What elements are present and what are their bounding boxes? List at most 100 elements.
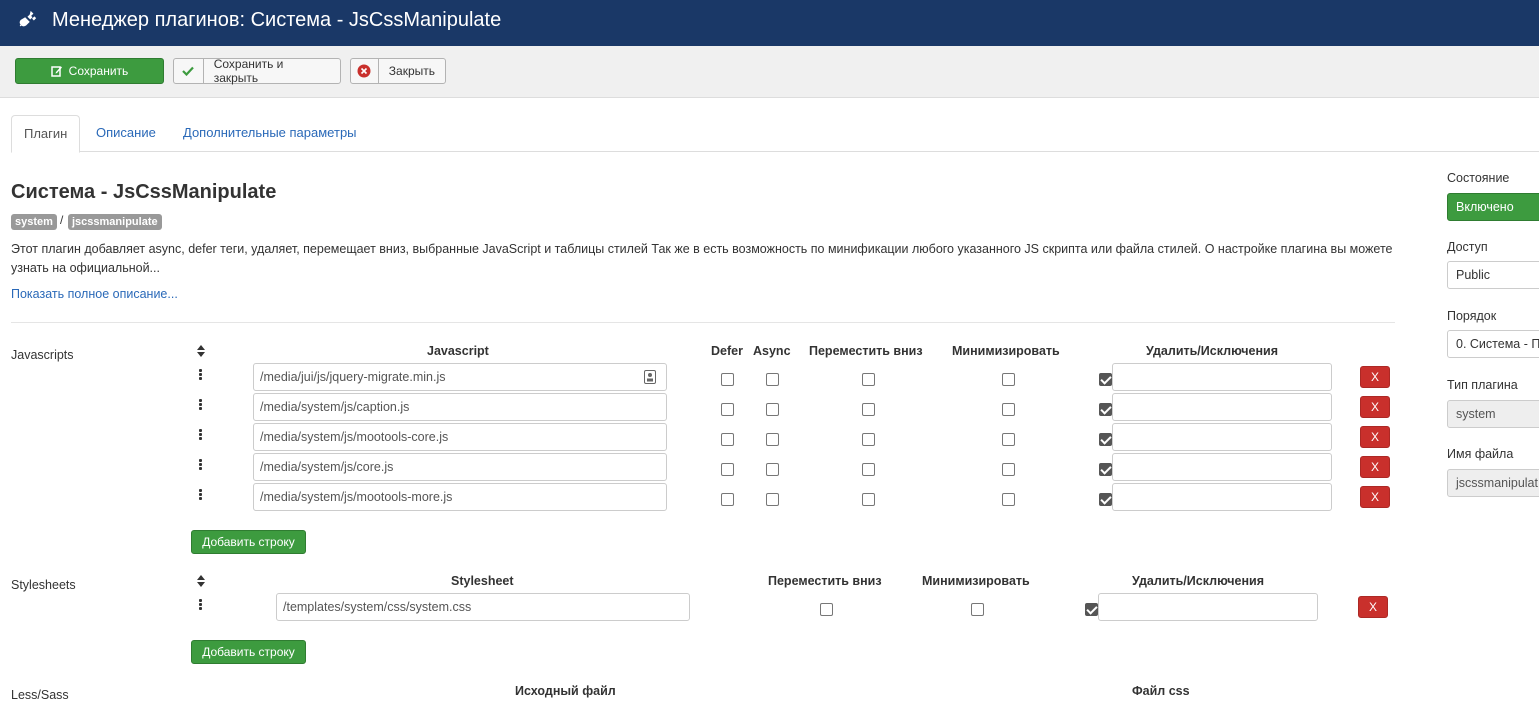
minify-checkbox[interactable] [1002,373,1015,386]
remove-checkbox[interactable] [1099,433,1112,446]
defer-checkbox[interactable] [721,403,734,416]
check-icon [182,66,195,76]
defer-checkbox[interactable] [721,463,734,476]
col-css-move-down: Переместить вниз [768,574,882,588]
col-minify: Минимизировать [952,344,1060,358]
move-down-checkbox[interactable] [862,403,875,416]
divider [11,322,1395,323]
remove-checkbox[interactable] [1099,403,1112,416]
move-down-checkbox[interactable] [862,463,875,476]
minify-checkbox[interactable] [1002,463,1015,476]
drag-handle-icon[interactable] [199,369,203,381]
save-button[interactable]: Сохранить [15,58,164,84]
js-file-input[interactable]: /media/system/js/mootools-more.js [253,483,667,511]
plugin-title: Система - JsCssManipulate [11,181,277,203]
drag-handle-icon[interactable] [199,599,203,611]
add-js-row-button[interactable]: Добавить строку [191,530,306,554]
plugin-type-field: system [1447,400,1539,428]
drag-handle-icon[interactable] [199,399,203,411]
less-sass-label: Less/Sass [11,688,69,702]
async-checkbox[interactable] [766,433,779,446]
exceptions-input[interactable] [1112,483,1332,511]
move-down-checkbox[interactable] [862,493,875,506]
css-exceptions-input[interactable] [1098,593,1318,621]
js-file-input[interactable]: /media/jui/js/jquery-migrate.min.js [253,363,667,391]
col-css-remove: Удалить/Исключения [1132,574,1265,588]
save-close-button[interactable]: Сохранить и закрыть [173,57,341,85]
close-button[interactable]: Закрыть [350,58,446,84]
badge-element: jscssmanipulate [68,214,162,230]
plug-icon [19,10,37,27]
tab-advanced[interactable]: Дополнительные параметры [171,115,369,152]
edit-icon [50,66,62,77]
exceptions-input[interactable] [1112,453,1332,481]
remove-row-button[interactable]: X [1360,456,1390,478]
remove-css-row-button[interactable]: X [1358,596,1388,618]
js-file-input[interactable]: /media/system/js/caption.js [253,393,667,421]
async-checkbox[interactable] [766,463,779,476]
async-checkbox[interactable] [766,493,779,506]
remove-row-button[interactable]: X [1360,426,1390,448]
col-css-file: Файл css [1132,684,1190,698]
minify-checkbox[interactable] [1002,403,1015,416]
async-checkbox[interactable] [766,403,779,416]
defer-checkbox[interactable] [721,493,734,506]
contact-card-icon [644,370,656,384]
filename-label: Имя файла [1447,447,1514,461]
status-toggle[interactable]: Включено [1447,193,1539,221]
css-remove-checkbox[interactable] [1085,603,1098,616]
minify-checkbox[interactable] [1002,493,1015,506]
plugin-description: Этот плагин добавляет async, defer теги,… [11,242,1393,275]
save-button-label: Сохранить [68,64,129,78]
order-label: Порядок [1447,309,1497,323]
status-label: Состояние [1447,171,1510,185]
close-circle-icon [357,64,371,78]
access-label: Доступ [1447,240,1488,254]
order-select[interactable]: 0. Система - П [1447,330,1539,358]
minify-checkbox[interactable] [1002,433,1015,446]
drag-handle-icon[interactable] [199,489,203,501]
remove-row-button[interactable]: X [1360,396,1390,418]
add-css-row-button[interactable]: Добавить строку [191,640,306,664]
remove-checkbox[interactable] [1099,373,1112,386]
page-title: Менеджер плагинов: Система - JsCssManipu… [52,9,502,31]
javascripts-label: Javascripts [11,348,74,362]
tab-description[interactable]: Описание [84,115,168,152]
move-down-checkbox[interactable] [862,373,875,386]
save-close-label: Сохранить и закрыть [213,57,284,85]
drag-handle-icon[interactable] [199,459,203,471]
remove-row-button[interactable]: X [1360,366,1390,388]
js-file-input[interactable]: /media/system/js/core.js [253,453,667,481]
exceptions-input[interactable] [1112,363,1332,391]
async-checkbox[interactable] [766,373,779,386]
col-css-minify: Минимизировать [922,574,1030,588]
close-label: Закрыть [388,64,435,78]
exceptions-input[interactable] [1112,393,1332,421]
plugin-type-label: Тип плагина [1447,378,1518,392]
badge-folder: system [11,214,57,230]
sort-icon [197,575,205,587]
show-full-description-link[interactable]: Показать полное описание... [11,287,178,301]
defer-checkbox[interactable] [721,433,734,446]
defer-checkbox[interactable] [721,373,734,386]
sort-icon [197,345,205,357]
col-javascript: Javascript [427,344,489,358]
exceptions-input[interactable] [1112,423,1332,451]
col-source-file: Исходный файл [515,684,616,698]
col-move-down: Переместить вниз [809,344,923,358]
css-minify-checkbox[interactable] [971,603,984,616]
move-down-checkbox[interactable] [862,433,875,446]
remove-checkbox[interactable] [1099,463,1112,476]
js-file-input[interactable]: /media/system/js/mootools-core.js [253,423,667,451]
tab-plugin[interactable]: Плагин [11,115,81,153]
css-file-input[interactable]: /templates/system/css/system.css [276,593,690,621]
remove-checkbox[interactable] [1099,493,1112,506]
stylesheets-label: Stylesheets [11,578,76,592]
access-select[interactable]: Public [1447,261,1539,289]
remove-row-button[interactable]: X [1360,486,1390,508]
col-defer: Defer [711,344,743,358]
drag-handle-icon[interactable] [199,429,203,441]
app-header: Менеджер плагинов: Система - JsCssManipu… [0,0,1539,46]
filename-field: jscssmanipulat [1447,469,1539,497]
css-move-down-checkbox[interactable] [820,603,833,616]
